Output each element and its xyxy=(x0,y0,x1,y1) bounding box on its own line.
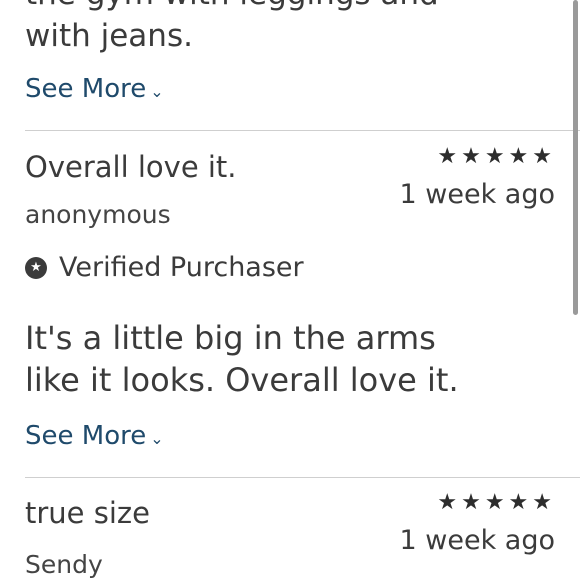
review-author: Sendy xyxy=(25,550,103,579)
verified-label: Verified Purchaser xyxy=(59,252,304,283)
review-date: 1 week ago xyxy=(399,525,556,556)
see-more-label: See More xyxy=(25,421,147,451)
see-more-link[interactable]: See More ⌄ xyxy=(25,421,164,451)
divider xyxy=(25,130,580,131)
chevron-down-icon: ⌄ xyxy=(150,428,164,448)
review-title: Overall love it. xyxy=(25,150,237,184)
see-more-link[interactable]: See More ⌄ xyxy=(25,74,164,104)
review-author: anonymous xyxy=(25,200,171,229)
review-body: the gym with leggings and with jeans. xyxy=(25,0,439,54)
divider xyxy=(25,477,580,478)
review-body: It's a little big in the arms like it lo… xyxy=(25,319,459,399)
star-rating: ★★★★★ xyxy=(437,490,556,515)
verified-star-icon: ★ xyxy=(25,256,47,279)
see-more-label: See More xyxy=(25,74,147,104)
chevron-down-icon: ⌄ xyxy=(150,81,164,101)
scrollbar[interactable] xyxy=(573,0,578,315)
verified-purchaser: ★ Verified Purchaser xyxy=(25,252,304,283)
star-rating: ★★★★★ xyxy=(437,144,556,169)
review-date: 1 week ago xyxy=(399,179,556,210)
review-title: true size xyxy=(25,496,150,530)
